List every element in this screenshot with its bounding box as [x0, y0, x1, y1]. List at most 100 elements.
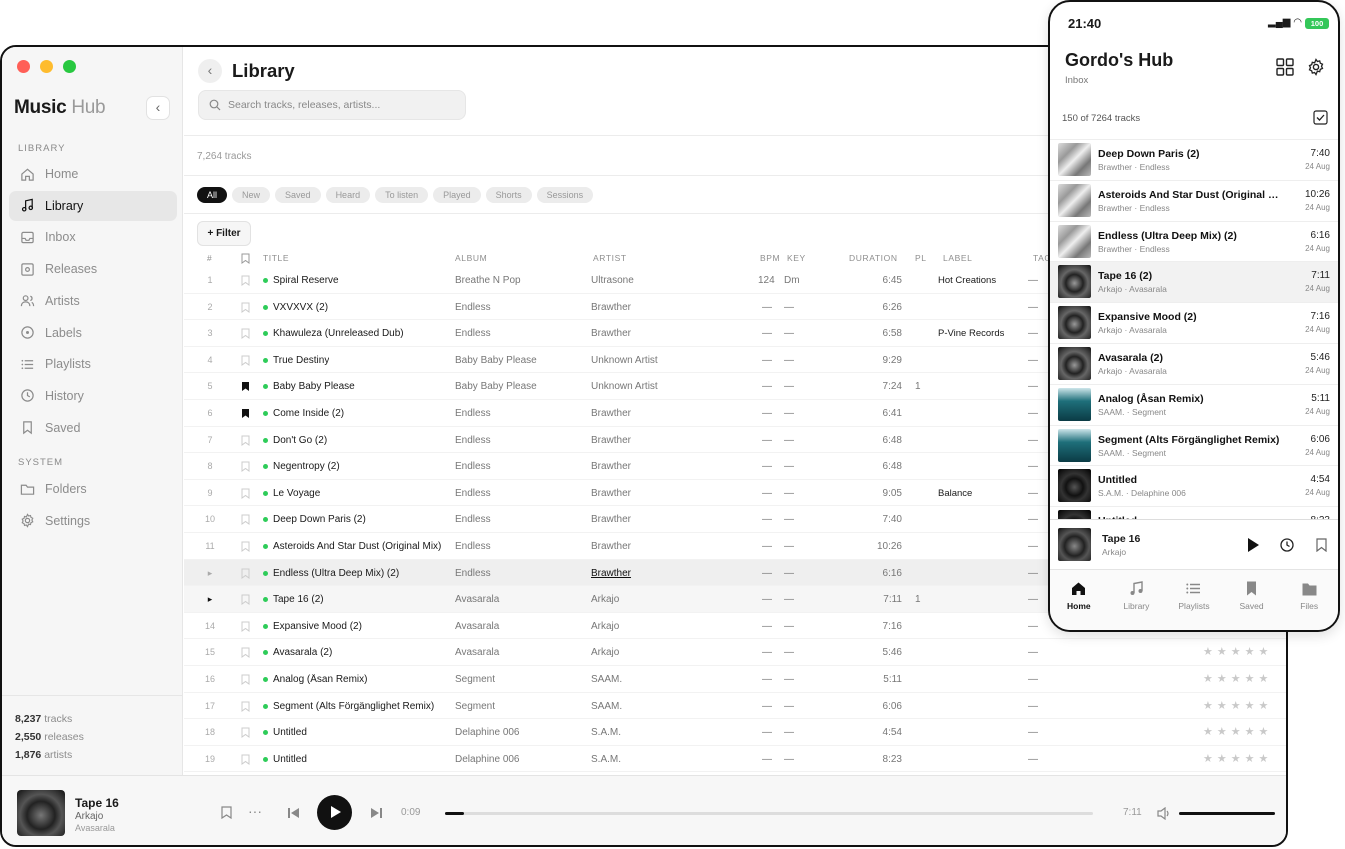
track-tags[interactable]: —	[1028, 701, 1038, 712]
list-item[interactable]: Expansive Mood (2) Arkajo · Avasarala 7:16…	[1050, 302, 1338, 343]
chip-new[interactable]: New	[232, 187, 271, 203]
list-item[interactable]: Endless (Ultra Deep Mix) (2) Brawther · E…	[1050, 220, 1338, 262]
track-artist[interactable]: Brawther	[591, 408, 631, 419]
col-num[interactable]: #	[207, 253, 212, 263]
track-album[interactable]: Baby Baby Please	[455, 355, 537, 366]
track-artist[interactable]: Brawther	[591, 435, 631, 446]
bookmark-icon[interactable]	[241, 435, 250, 446]
play-button[interactable]	[317, 795, 352, 830]
bookmark-icon[interactable]	[241, 727, 250, 739]
track-album[interactable]: Delaphine 006	[455, 727, 520, 738]
select-checkbox-icon[interactable]	[1313, 110, 1328, 125]
back-button[interactable]: ‹	[198, 59, 222, 83]
track-title[interactable]: Come Inside (2)	[273, 408, 344, 419]
track-artist[interactable]: SAAM.	[591, 674, 622, 685]
track-label[interactable]: Balance	[938, 488, 972, 499]
track-artist[interactable]: Brawther	[591, 541, 631, 552]
track-artist[interactable]: Unknown Artist	[591, 355, 658, 366]
track-title[interactable]: Asteroids And Star Dust (Original Mix)	[273, 541, 441, 552]
grid-icon[interactable]	[1276, 58, 1294, 76]
sidebar-item-releases[interactable]: Releases	[9, 254, 177, 284]
col-artist[interactable]: ARTIST	[593, 253, 627, 263]
bookmark-icon[interactable]	[241, 488, 250, 499]
track-tags[interactable]: —	[1028, 461, 1038, 472]
col-bpm[interactable]: BPM	[760, 253, 780, 263]
track-artist[interactable]: Brawther	[591, 302, 631, 313]
track-title[interactable]: Avasarala (2)	[273, 647, 332, 658]
rating-stars[interactable]: ★★★★★	[1203, 752, 1272, 765]
track-title[interactable]: Deep Down Paris (2)	[273, 514, 366, 525]
tab-library[interactable]: Library	[1108, 570, 1166, 630]
chip-all[interactable]: All	[197, 187, 228, 203]
add-filter-button[interactable]: + Filter	[197, 221, 251, 246]
rating-stars[interactable]: ★★★★★	[1203, 725, 1272, 738]
sidebar-item-saved[interactable]: Saved	[9, 413, 177, 443]
now-playing-artwork[interactable]	[17, 790, 65, 836]
tab-home[interactable]: Home	[1050, 570, 1108, 630]
track-tags[interactable]: —	[1028, 541, 1038, 552]
tab-playlists[interactable]: Playlists	[1165, 570, 1223, 630]
track-album[interactable]: Endless	[455, 435, 491, 446]
table-row[interactable]: 18 Untitled Delaphine 006 S.A.M. — — 4:54 — ★★★★…	[184, 719, 1286, 746]
track-tags[interactable]: —	[1028, 621, 1038, 632]
track-album[interactable]: Segment	[455, 674, 495, 685]
rating-stars[interactable]: ★★★★★	[1203, 699, 1272, 712]
clock-icon[interactable]	[1280, 538, 1294, 552]
chip-sessions[interactable]: Sessions	[536, 187, 594, 203]
col-label[interactable]: LABEL	[943, 253, 972, 263]
col-key[interactable]: KEY	[787, 253, 806, 263]
bookmark-icon[interactable]	[241, 701, 250, 712]
track-tags[interactable]: —	[1028, 435, 1038, 446]
row-number[interactable]: ▸	[202, 594, 218, 605]
chip-heard[interactable]: Heard	[325, 187, 371, 203]
sidebar-item-playlists[interactable]: Playlists	[9, 349, 177, 379]
track-album[interactable]: Endless	[455, 568, 491, 579]
track-title[interactable]: VXVXVX (2)	[273, 302, 328, 313]
sidebar-item-artists[interactable]: Artists	[9, 286, 177, 316]
track-title[interactable]: Segment (Alts Förgänglighet Remix)	[273, 701, 434, 712]
track-album[interactable]: Endless	[455, 461, 491, 472]
track-artist[interactable]: Brawther	[591, 568, 631, 579]
track-artist[interactable]: Arkajo	[591, 594, 619, 605]
track-album[interactable]: Endless	[455, 408, 491, 419]
track-tags[interactable]: —	[1028, 514, 1038, 525]
chip-shorts[interactable]: Shorts	[485, 187, 532, 203]
bookmark-icon[interactable]	[241, 754, 250, 765]
track-title[interactable]: Le Voyage	[273, 488, 320, 499]
track-artist[interactable]: Brawther	[591, 514, 631, 525]
track-tags[interactable]: —	[1028, 594, 1038, 605]
sidebar-item-library[interactable]: Library	[9, 190, 177, 221]
track-title[interactable]: Untitled	[273, 754, 307, 765]
sidebar-item-settings[interactable]: Settings	[9, 506, 177, 536]
track-tags[interactable]: —	[1028, 754, 1038, 765]
col-duration[interactable]: DURATION	[849, 253, 898, 263]
track-title[interactable]: Don't Go (2)	[273, 435, 327, 446]
track-label[interactable]: P-Vine Records	[938, 328, 1004, 339]
track-album[interactable]: Breathe N Pop	[455, 275, 521, 286]
track-tags[interactable]: —	[1028, 568, 1038, 579]
track-album[interactable]: Delaphine 006	[455, 754, 520, 765]
more-options-icon[interactable]: ···	[248, 803, 262, 819]
track-artist[interactable]: Arkajo	[591, 621, 619, 632]
track-artist[interactable]: Arkajo	[591, 647, 619, 658]
volume-icon[interactable]	[1157, 807, 1172, 820]
track-title[interactable]: Khawuleza (Unreleased Dub)	[273, 328, 404, 339]
bookmark-icon[interactable]	[241, 647, 250, 659]
bookmark-icon[interactable]	[241, 355, 250, 366]
track-title[interactable]: Tape 16 (2)	[273, 594, 324, 605]
next-track-icon[interactable]	[371, 808, 382, 818]
track-tags[interactable]: —	[1028, 647, 1038, 658]
list-item[interactable]: Segment (Alts Förgänglighet Remix) SAAM. …	[1050, 424, 1338, 466]
track-tags[interactable]: —	[1028, 328, 1038, 339]
search-bar[interactable]	[198, 90, 466, 120]
track-title[interactable]: Analog (Åsan Remix)	[273, 674, 367, 685]
progress-bar[interactable]	[445, 812, 1093, 815]
track-album[interactable]: Avasarala	[455, 647, 499, 658]
track-label[interactable]: Hot Creations	[938, 275, 996, 286]
now-playing-title[interactable]: Tape 16	[75, 796, 119, 810]
track-album[interactable]: Endless	[455, 302, 491, 313]
track-album[interactable]: Endless	[455, 328, 491, 339]
col-album[interactable]: ALBUM	[455, 253, 487, 263]
track-artist[interactable]: Unknown Artist	[591, 381, 658, 392]
track-title[interactable]: Expansive Mood (2)	[273, 621, 362, 632]
